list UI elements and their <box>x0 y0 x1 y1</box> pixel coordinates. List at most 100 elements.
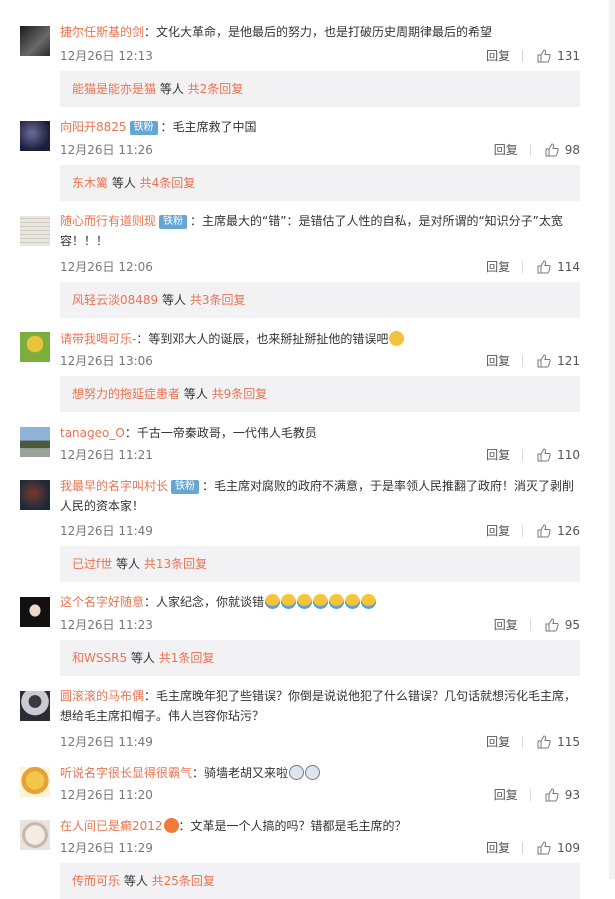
divider <box>522 49 524 62</box>
avatar[interactable] <box>20 216 50 246</box>
reply-count-link[interactable]: 共9条回复 <box>212 387 268 401</box>
avatar[interactable] <box>20 427 50 457</box>
timestamp: 12月26日 11:49 <box>60 524 153 538</box>
comment-text: 请带我喝可乐-：等到邓大人的诞辰，也来掰扯掰扯他的错误吧 <box>60 329 580 349</box>
reply-button[interactable]: 回复 <box>486 47 510 64</box>
reply-button[interactable]: 回复 <box>486 258 510 275</box>
comment-actions: 回复 109 <box>486 839 580 856</box>
thumbs-up-icon <box>545 142 559 156</box>
timestamp: 12月26日 11:21 <box>60 448 153 462</box>
like-count: 93 <box>564 787 580 802</box>
timestamp: 12月26日 11:20 <box>60 788 153 802</box>
like-button[interactable]: 109 <box>537 841 580 855</box>
thumbs-up-icon <box>537 734 551 748</box>
username-link[interactable]: 捷尔任斯基的剑 <box>60 25 144 39</box>
laugh-cry-emoji-icon <box>361 594 377 609</box>
sub-reply-user[interactable]: 传而可乐 <box>72 874 120 888</box>
avatar[interactable] <box>20 691 50 721</box>
timestamp: 12月26日 11:29 <box>60 841 153 855</box>
username-link[interactable]: 在人间已是癫2012 <box>60 819 163 833</box>
thumbs-up-icon <box>537 840 551 854</box>
sub-reply-user[interactable]: 和WSSR5 <box>72 651 127 665</box>
reply-button[interactable]: 回复 <box>486 522 510 539</box>
divider <box>522 354 524 367</box>
avatar[interactable] <box>20 121 50 151</box>
laugh-cry-emoji-icon <box>313 594 329 609</box>
people-suffix: 等人 <box>120 874 152 888</box>
username-link[interactable]: 圆滚滚的马布偶 <box>60 689 144 703</box>
reply-count-link[interactable]: 共3条回复 <box>190 293 246 307</box>
reply-count-link[interactable]: 共13条回复 <box>144 557 207 571</box>
like-button[interactable]: 95 <box>545 618 580 632</box>
reply-button[interactable]: 回复 <box>494 141 518 158</box>
sub-reply-user[interactable]: 东木篱 <box>72 176 108 190</box>
like-button[interactable]: 131 <box>537 49 580 63</box>
reply-button[interactable]: 回复 <box>486 733 510 750</box>
avatar[interactable] <box>20 597 50 627</box>
avatar[interactable] <box>20 480 50 510</box>
sub-reply-user[interactable]: 想努力的拖延症患者 <box>72 387 180 401</box>
reply-count-link[interactable]: 共1条回复 <box>159 651 215 665</box>
fan-badge: 铁粉 <box>171 480 200 494</box>
avatar[interactable] <box>20 26 50 56</box>
reply-button[interactable]: 回复 <box>494 616 518 633</box>
like-button[interactable]: 121 <box>537 354 580 368</box>
laugh-cry-emoji-icon <box>329 594 345 609</box>
reply-button[interactable]: 回复 <box>486 839 510 856</box>
comment-body: ：文革是一个人搞的吗？错都是毛主席的？ <box>178 819 407 833</box>
comment-text: 向阳开8825 铁粉 ：毛主席救了中国 <box>60 117 580 137</box>
sub-replies: 风轻云淡08489 等人 共3条回复 <box>60 282 580 318</box>
comment-body: ：人家纪念，你就谈错 <box>144 595 265 609</box>
thumbs-up-icon <box>545 787 559 801</box>
reply-count-link[interactable]: 共25条回复 <box>152 874 215 888</box>
like-button[interactable]: 93 <box>545 788 580 802</box>
comment-actions: 回复 114 <box>486 258 580 275</box>
reply-button[interactable]: 回复 <box>486 352 510 369</box>
username-link[interactable]: 请带我喝可乐- <box>60 332 136 346</box>
comment-actions: 回复 121 <box>486 352 580 369</box>
comment-text: 听说名字很长显得很霸气：骑墙老胡又来啦 <box>60 763 580 783</box>
like-button[interactable]: 98 <box>545 143 580 157</box>
sub-replies: 能猫是能亦是猫 等人 共2条回复 <box>60 71 580 107</box>
username-link[interactable]: 听说名字很长显得很霸气 <box>60 766 192 780</box>
reply-button[interactable]: 回复 <box>486 446 510 463</box>
comment-meta: 12月26日 12:13 回复 131 <box>60 47 580 65</box>
laugh-cry-emoji-icon <box>297 594 313 609</box>
timestamp: 12月26日 13:06 <box>60 354 153 368</box>
divider <box>522 524 524 537</box>
reply-count-link[interactable]: 共2条回复 <box>188 82 244 96</box>
sub-reply-user[interactable]: 风轻云淡08489 <box>72 293 158 307</box>
username-link[interactable]: 向阳开8825 <box>60 120 127 134</box>
avatar[interactable] <box>20 767 50 797</box>
sub-reply-user[interactable]: 能猫是能亦是猫 <box>72 82 156 96</box>
comment-text: 这个名字好随意：人家纪念，你就谈错 <box>60 592 580 612</box>
scrollbar[interactable] <box>609 0 615 879</box>
sub-replies: 传而可乐 等人 共25条回复 <box>60 863 580 899</box>
username-link[interactable]: tanageo_O <box>60 426 125 440</box>
timestamp: 12月26日 11:49 <box>60 735 153 749</box>
comment-body: ：千古一帝秦政哥，一代伟人毛教员 <box>124 426 317 440</box>
avatar[interactable] <box>20 332 50 362</box>
sub-reply-user[interactable]: 已过f世 <box>72 557 112 571</box>
divider <box>529 143 531 156</box>
username-link[interactable]: 随心而行有道则现 <box>60 214 156 228</box>
comment-actions: 回复 95 <box>494 616 580 633</box>
like-count: 98 <box>564 142 580 157</box>
avatar[interactable] <box>20 820 50 850</box>
like-button[interactable]: 115 <box>537 735 580 749</box>
like-count: 126 <box>557 523 580 538</box>
comment-meta: 12月26日 11:21 回复 110 <box>60 446 580 464</box>
like-button[interactable]: 114 <box>537 260 580 274</box>
laugh-cry-emoji-icon <box>265 594 281 609</box>
username-link[interactable]: 这个名字好随意 <box>60 595 144 609</box>
timestamp: 12月26日 11:26 <box>60 143 153 157</box>
like-count: 110 <box>557 447 580 462</box>
reply-button[interactable]: 回复 <box>494 786 518 803</box>
like-button[interactable]: 126 <box>537 524 580 538</box>
username-link[interactable]: 我最早的名字叫村长 <box>60 479 168 493</box>
like-button[interactable]: 110 <box>537 448 580 462</box>
comment-body: ：骑墙老胡又来啦 <box>192 766 289 780</box>
comment-actions: 回复 131 <box>486 47 580 64</box>
comment-meta: 12月26日 11:26 回复 98 <box>60 141 580 159</box>
reply-count-link[interactable]: 共4条回复 <box>140 176 196 190</box>
